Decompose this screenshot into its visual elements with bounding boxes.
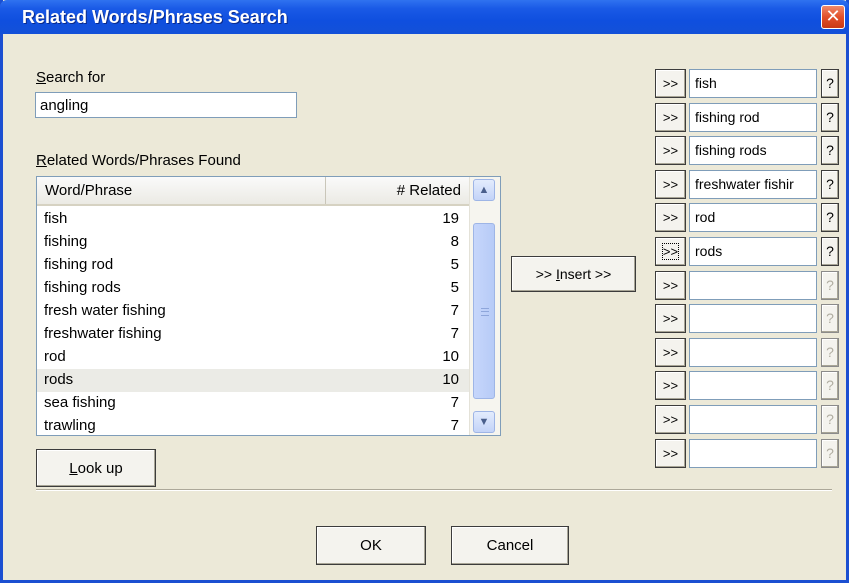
list-item[interactable]: trawling 7: [37, 415, 469, 435]
chevron-up-icon: ▲: [478, 184, 490, 196]
list-item-count: 10: [442, 371, 459, 388]
list-item-count: 7: [450, 302, 459, 319]
list-item[interactable]: fishing rod 5: [37, 254, 469, 277]
slot-phrase-field[interactable]: freshwater fishir: [689, 170, 817, 199]
list-item-count: 19: [442, 210, 459, 227]
slot-help-button[interactable]: ?: [821, 405, 839, 434]
list-item[interactable]: sea fishing 7: [37, 392, 469, 415]
column-header-word[interactable]: Word/Phrase: [37, 177, 326, 204]
list-item-word: fish: [44, 210, 68, 227]
slot-phrase-field[interactable]: [689, 439, 817, 468]
list-item[interactable]: freshwater fishing 7: [37, 323, 469, 346]
insert-button[interactable]: >> Insert >>: [511, 256, 636, 292]
slot-help-button[interactable]: ?: [821, 304, 839, 333]
slot-phrase-field[interactable]: [689, 405, 817, 434]
close-icon: ✕: [825, 6, 841, 26]
list-item-word: trawling: [44, 417, 96, 434]
ok-button[interactable]: OK: [316, 526, 426, 565]
list-item[interactable]: fishing 8: [37, 231, 469, 254]
list-item-count: 5: [450, 279, 459, 296]
list-item-word: fishing rod: [44, 256, 114, 273]
slot-insert-button[interactable]: >>: [655, 170, 686, 199]
slot-phrase-field[interactable]: rods: [689, 237, 817, 266]
slot-help-button[interactable]: ?: [821, 69, 839, 98]
column-header-related[interactable]: # Related: [327, 177, 469, 204]
list-item-word: rod: [44, 348, 66, 365]
list-item-count: 7: [450, 417, 459, 434]
list-item-word: rods: [44, 371, 74, 388]
list-item-count: 8: [450, 233, 459, 250]
slot-insert-button[interactable]: >>: [655, 271, 686, 300]
list-item-word: sea fishing: [44, 394, 116, 411]
slot-phrase-field[interactable]: fishing rods: [689, 136, 817, 165]
slot-help-button[interactable]: ?: [821, 439, 839, 468]
slot-help-button[interactable]: ?: [821, 103, 839, 132]
list-item-word: fishing rods: [44, 279, 121, 296]
slot-help-button[interactable]: ?: [821, 170, 839, 199]
list-item[interactable]: fish 19: [37, 208, 469, 231]
list-item-count: 7: [450, 325, 459, 342]
scroll-thumb[interactable]: [473, 223, 495, 399]
slot-insert-button[interactable]: >>: [655, 237, 686, 266]
list-item[interactable]: rods 10: [37, 369, 469, 392]
close-button[interactable]: ✕: [821, 5, 845, 29]
slot-phrase-field[interactable]: fishing rod: [689, 103, 817, 132]
title-bar[interactable]: Related Words/Phrases Search ✕: [0, 0, 849, 34]
slot-phrase-field[interactable]: [689, 371, 817, 400]
list-item[interactable]: fishing rods 5: [37, 277, 469, 300]
related-words-list[interactable]: Word/Phrase # Related fish 19 fishing 8 fish…: [36, 176, 501, 436]
slot-phrase-field[interactable]: fish: [689, 69, 817, 98]
slot-help-button[interactable]: ?: [821, 237, 839, 266]
slot-phrase-field[interactable]: [689, 338, 817, 367]
slot-insert-button[interactable]: >>: [655, 405, 686, 434]
results-label: Related Words/Phrases Found: [36, 152, 241, 169]
slot-phrase-field[interactable]: rod: [689, 203, 817, 232]
slot-insert-button[interactable]: >>: [655, 304, 686, 333]
list-item-count: 5: [450, 256, 459, 273]
search-input[interactable]: [35, 92, 297, 118]
slot-help-button[interactable]: ?: [821, 136, 839, 165]
cancel-button[interactable]: Cancel: [451, 526, 569, 565]
list-item-word: fishing: [44, 233, 88, 250]
slot-help-button[interactable]: ?: [821, 271, 839, 300]
list-item-word: freshwater fishing: [44, 325, 162, 342]
list-header: Word/Phrase # Related: [37, 177, 469, 206]
list-item-word: fresh water fishing: [44, 302, 166, 319]
separator-line: [36, 489, 832, 491]
vertical-scrollbar[interactable]: ▲ ▼: [469, 177, 500, 435]
scroll-down-button[interactable]: ▼: [473, 411, 495, 433]
scroll-up-button[interactable]: ▲: [473, 179, 495, 201]
list-item-count: 7: [450, 394, 459, 411]
slot-insert-button[interactable]: >>: [655, 439, 686, 468]
slot-help-button[interactable]: ?: [821, 203, 839, 232]
list-rows: fish 19 fishing 8 fishing rod 5 fishing rods 5 f…: [37, 208, 469, 435]
slot-insert-button[interactable]: >>: [655, 69, 686, 98]
slot-phrase-field[interactable]: [689, 304, 817, 333]
slot-phrase-field[interactable]: [689, 271, 817, 300]
list-item[interactable]: rod 10: [37, 346, 469, 369]
list-item[interactable]: fresh water fishing 7: [37, 300, 469, 323]
slot-insert-button[interactable]: >>: [655, 338, 686, 367]
slot-insert-button[interactable]: >>: [655, 203, 686, 232]
grip-icon: [481, 308, 489, 316]
list-item-count: 10: [442, 348, 459, 365]
slot-help-button[interactable]: ?: [821, 371, 839, 400]
slot-insert-button[interactable]: >>: [655, 371, 686, 400]
slot-help-button[interactable]: ?: [821, 338, 839, 367]
lookup-button[interactable]: Look up: [36, 449, 156, 487]
slot-insert-button[interactable]: >>: [655, 103, 686, 132]
search-label: Search for: [36, 69, 106, 86]
dialog-window: Related Words/Phrases Search ✕ Search fo…: [0, 0, 849, 583]
dialog-title: Related Words/Phrases Search: [22, 7, 288, 27]
chevron-down-icon: ▼: [478, 416, 490, 428]
slot-insert-button[interactable]: >>: [655, 136, 686, 165]
